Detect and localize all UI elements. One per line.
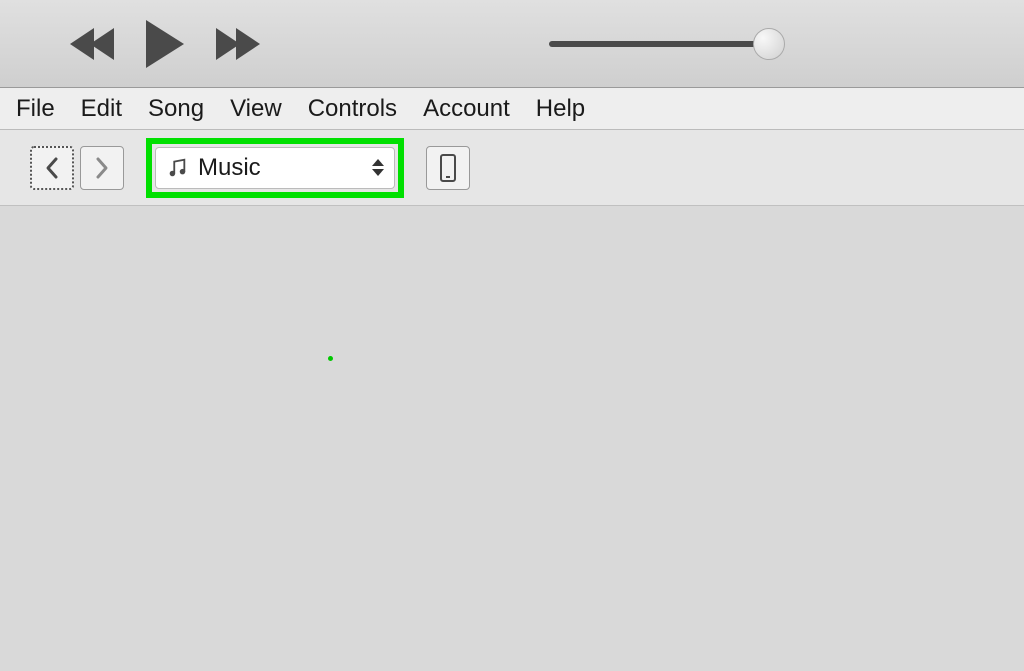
volume-thumb[interactable]: [753, 28, 785, 60]
playback-controls: [70, 20, 260, 68]
menu-bar: File Edit Song View Controls Account Hel…: [0, 88, 1024, 130]
menu-account[interactable]: Account: [423, 95, 510, 123]
chevron-right-icon: [94, 156, 110, 180]
volume-track[interactable]: [549, 41, 769, 47]
phone-icon: [440, 154, 456, 182]
menu-view[interactable]: View: [230, 95, 282, 123]
menu-song[interactable]: Song: [148, 95, 204, 123]
play-icon[interactable]: [146, 20, 184, 68]
device-button[interactable]: [426, 146, 470, 190]
nav-buttons: [30, 146, 124, 190]
back-button[interactable]: [30, 146, 74, 190]
forward-button[interactable]: [80, 146, 124, 190]
forward-icon[interactable]: [220, 28, 260, 60]
chevron-left-icon: [44, 156, 60, 180]
updown-icon: [372, 159, 384, 176]
menu-file[interactable]: File: [16, 95, 55, 123]
media-selector[interactable]: Music: [155, 147, 395, 189]
toolbar: Music: [0, 130, 1024, 206]
cursor-dot: [328, 356, 333, 361]
volume-slider[interactable]: [549, 41, 769, 47]
menu-controls[interactable]: Controls: [308, 95, 397, 123]
menu-edit[interactable]: Edit: [81, 95, 122, 123]
rewind-icon[interactable]: [70, 28, 110, 60]
menu-help[interactable]: Help: [536, 95, 585, 123]
music-icon: [166, 157, 188, 179]
media-selector-label: Music: [198, 154, 261, 182]
content-area: [0, 206, 1024, 671]
playback-bar: [0, 0, 1024, 88]
highlight-frame: Music: [146, 138, 404, 198]
